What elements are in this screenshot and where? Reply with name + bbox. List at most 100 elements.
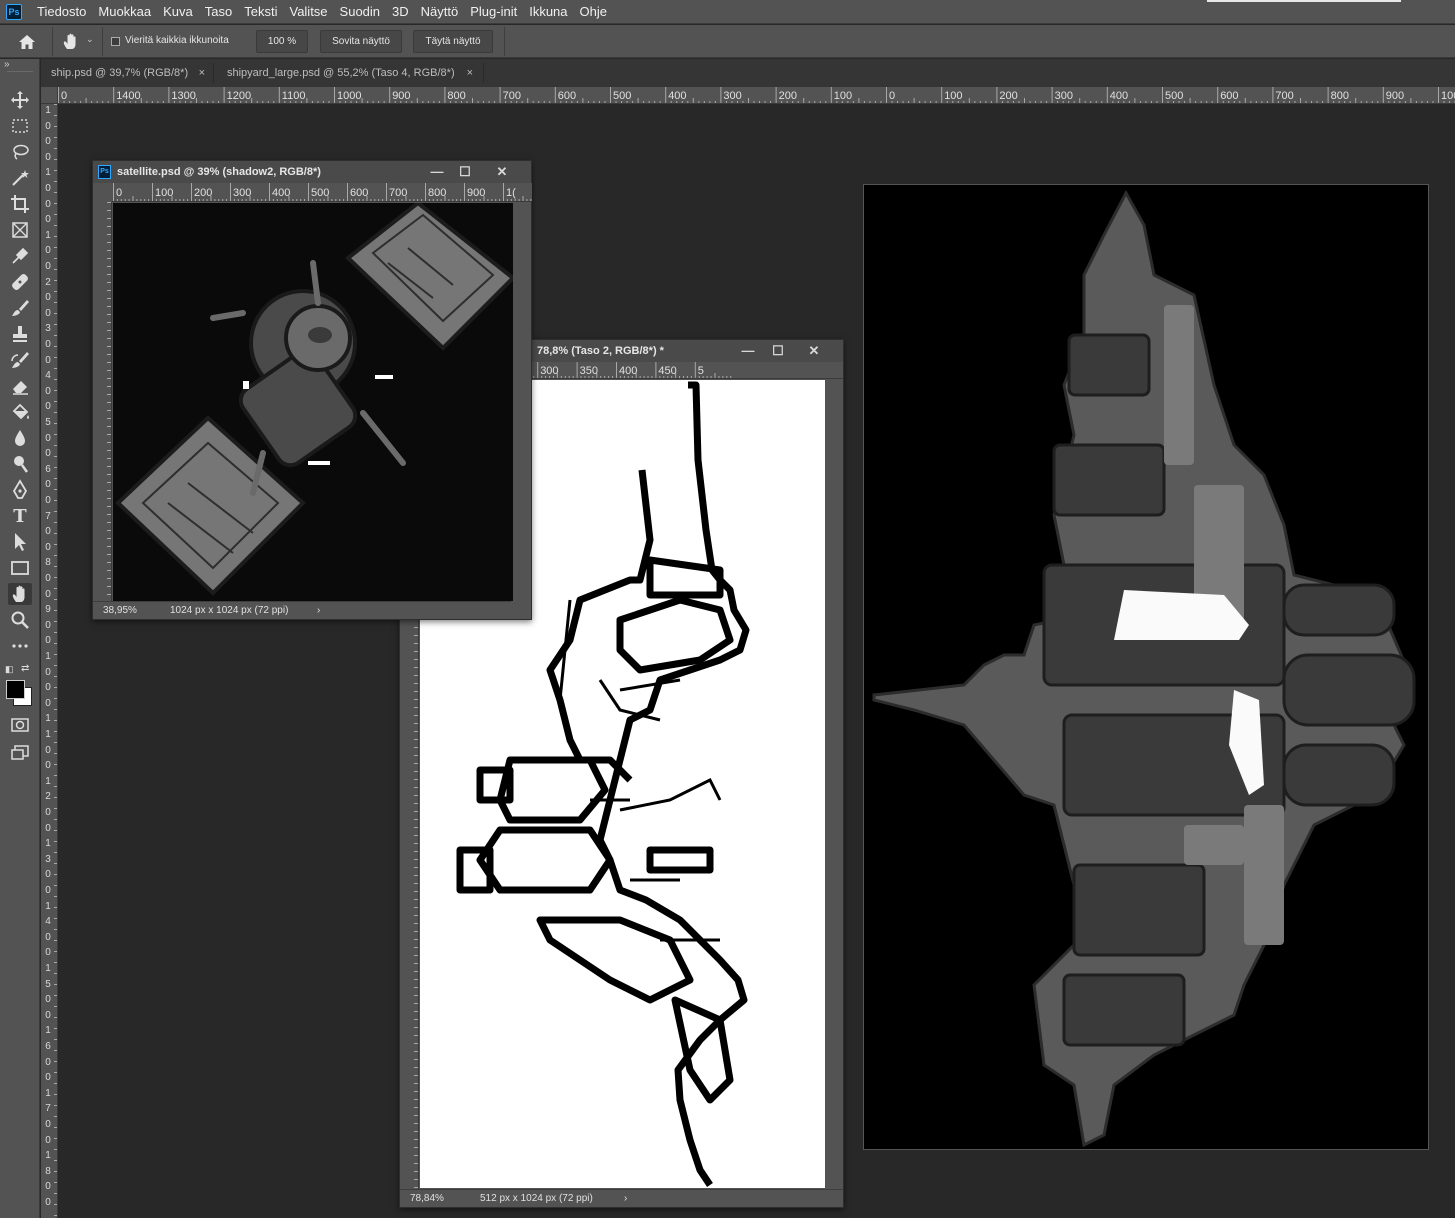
ruler-tick-label: 600	[1220, 90, 1239, 102]
ruler-tick-label: 0	[45, 760, 51, 772]
pen-icon[interactable]	[8, 479, 32, 501]
fill-screen-button[interactable]: Täytä näyttö	[413, 30, 493, 53]
vertical-ruler[interactable]: 1 0 0 0 1 0 0 0 1 0 0 2 0 0 3 0 0 4 0 0 5 0 0 6 0 0 7 0 0 8 0 0 9 0 0 1 0 0 0 1…	[41, 104, 58, 1218]
close-icon[interactable]: ×	[199, 59, 205, 87]
ruler-tick-label: 900	[392, 90, 411, 102]
chevron-right-icon[interactable]: ›	[624, 1190, 627, 1207]
home-icon[interactable]	[16, 32, 38, 52]
healing-icon[interactable]	[8, 271, 32, 293]
minimize-icon[interactable]: —	[423, 161, 451, 183]
eraser-icon[interactable]	[8, 375, 32, 397]
default-colors-icon[interactable]: ◧	[5, 664, 14, 675]
scroll-all-checkbox[interactable]	[111, 37, 120, 46]
zoom-level[interactable]: 38,95%	[103, 602, 137, 619]
maximize-icon[interactable]: ☐	[451, 161, 479, 183]
ruler-tick-label: 0	[45, 994, 51, 1006]
ruler-tick-label: 300	[723, 90, 742, 102]
window-horizontal-ruler[interactable]: 0 100 200 300 400 500 600 700 800 900 1(	[112, 183, 532, 202]
marquee-icon[interactable]	[8, 115, 32, 137]
ruler-tick-label: 1	[45, 838, 51, 850]
ruler-tick-label: 200	[778, 90, 797, 102]
document-info[interactable]: 1024 px x 1024 px (72 ppi)	[170, 602, 288, 619]
zoom-100-button[interactable]: 100 %	[256, 30, 308, 53]
magic-wand-icon[interactable]	[8, 167, 32, 189]
ruler-tick-label: 0	[61, 90, 68, 102]
menu-tiedosto[interactable]: Tiedosto	[31, 0, 92, 24]
hand-icon[interactable]	[8, 583, 32, 605]
brush-icon[interactable]	[8, 297, 32, 319]
ruler-tick-label: 0	[45, 385, 51, 397]
photoshop-logo-icon[interactable]: Ps	[6, 3, 22, 20]
lasso-icon[interactable]	[8, 141, 32, 163]
chevron-down-icon[interactable]: ⌄	[86, 34, 94, 45]
ruler-tick-label: 0	[45, 635, 51, 647]
satellite-document-window[interactable]: Ps satellite.psd @ 39% (shadow2, RGB/8*)…	[92, 160, 532, 620]
zoom-icon[interactable]	[8, 609, 32, 631]
maximize-icon[interactable]: ☐	[764, 340, 792, 362]
menu-ohje[interactable]: Ohje	[574, 0, 613, 24]
search-field[interactable]	[1207, 0, 1401, 2]
ruler-tick-label: 500	[1165, 90, 1184, 102]
hand-tool-preset-icon[interactable]	[60, 31, 82, 53]
ruler-tick-label: 2	[45, 791, 51, 803]
ruler-origin[interactable]	[41, 87, 58, 104]
satellite-canvas[interactable]	[113, 203, 513, 601]
history-brush-icon[interactable]	[8, 349, 32, 371]
ruler-tick-label: 700	[502, 90, 521, 102]
window-title-bar[interactable]: Ps satellite.psd @ 39% (shadow2, RGB/8*)…	[93, 161, 531, 183]
stamp-icon[interactable]	[8, 323, 32, 345]
ruler-tick-label: 0	[45, 1197, 51, 1208]
ruler-tick-label: 5	[45, 417, 51, 428]
menu-kuva[interactable]: Kuva	[157, 0, 199, 24]
menu-teksti[interactable]: Teksti	[238, 0, 283, 24]
window-vertical-ruler[interactable]	[93, 202, 112, 601]
minimize-icon[interactable]: —	[734, 340, 762, 362]
swap-colors-icon[interactable]: ⇄	[21, 663, 29, 674]
divider	[213, 63, 214, 83]
ruler-tick-label: 0	[45, 292, 51, 304]
chevron-right-icon[interactable]: ›	[317, 602, 320, 619]
type-icon[interactable]: T	[8, 505, 32, 527]
menu-näyttö[interactable]: Näyttö	[415, 0, 465, 24]
ruler-tick-label: 300	[233, 187, 252, 199]
ruler-tick-label: 8	[45, 1165, 51, 1177]
menu-ikkuna[interactable]: Ikkuna	[523, 0, 573, 24]
menu-suodin[interactable]: Suodin	[334, 0, 386, 24]
more-icon[interactable]	[8, 635, 32, 657]
ruler-tick-label: 600	[557, 90, 577, 102]
ruler-tick-label: 0	[45, 495, 51, 506]
foreground-color-swatch[interactable]	[6, 680, 25, 699]
menu-plug-init[interactable]: Plug-init	[464, 0, 523, 24]
horizontal-ruler[interactable]: 0 1400 1300 1200 1100 1000 900 800 700 600 500 400 3…	[41, 87, 1455, 104]
quick-mask-icon[interactable]	[10, 717, 30, 733]
screen-mode-icon[interactable]	[10, 744, 30, 762]
close-icon[interactable]: ✕	[488, 161, 516, 183]
close-icon[interactable]: ✕	[800, 340, 828, 362]
menu-3d[interactable]: 3D	[386, 0, 415, 24]
dodge-icon[interactable]	[8, 453, 32, 475]
fit-screen-button[interactable]: Sovita näyttö	[320, 30, 402, 53]
ruler-tick-label: 800	[428, 187, 447, 199]
expand-panel-icon[interactable]: »	[4, 59, 10, 70]
window-title: 78,8% (Taso 2, RGB/8*) *	[537, 345, 664, 357]
menu-taso[interactable]: Taso	[199, 0, 238, 24]
ruler-tick-label: 0	[45, 526, 51, 538]
document-info[interactable]: 512 px x 1024 px (72 ppi)	[480, 1190, 593, 1207]
zoom-level[interactable]: 78,84%	[410, 1190, 444, 1207]
tab-shipyard-large[interactable]: shipyard_large.psd @ 55,2% (Taso 4, RGB/…	[217, 59, 481, 87]
bucket-icon[interactable]	[8, 401, 32, 423]
frame-icon[interactable]	[8, 219, 32, 241]
rectangle-icon[interactable]	[8, 557, 32, 579]
ruler-tick-label: 900	[1385, 90, 1405, 102]
close-icon[interactable]: ×	[467, 59, 473, 87]
eyedropper-icon[interactable]	[8, 245, 32, 267]
menu-muokkaa[interactable]: Muokkaa	[92, 0, 157, 24]
shipyard-canvas-image[interactable]	[863, 184, 1429, 1150]
crop-icon[interactable]	[8, 193, 32, 215]
path-select-icon[interactable]	[8, 531, 32, 553]
move-icon[interactable]	[8, 89, 32, 111]
blur-icon[interactable]	[8, 427, 32, 449]
tab-ship[interactable]: ship.psd @ 39,7% (RGB/8*) ×	[41, 59, 213, 87]
menu-valitse[interactable]: Valitse	[283, 0, 333, 24]
ruler-tick-label: 0	[45, 261, 51, 272]
